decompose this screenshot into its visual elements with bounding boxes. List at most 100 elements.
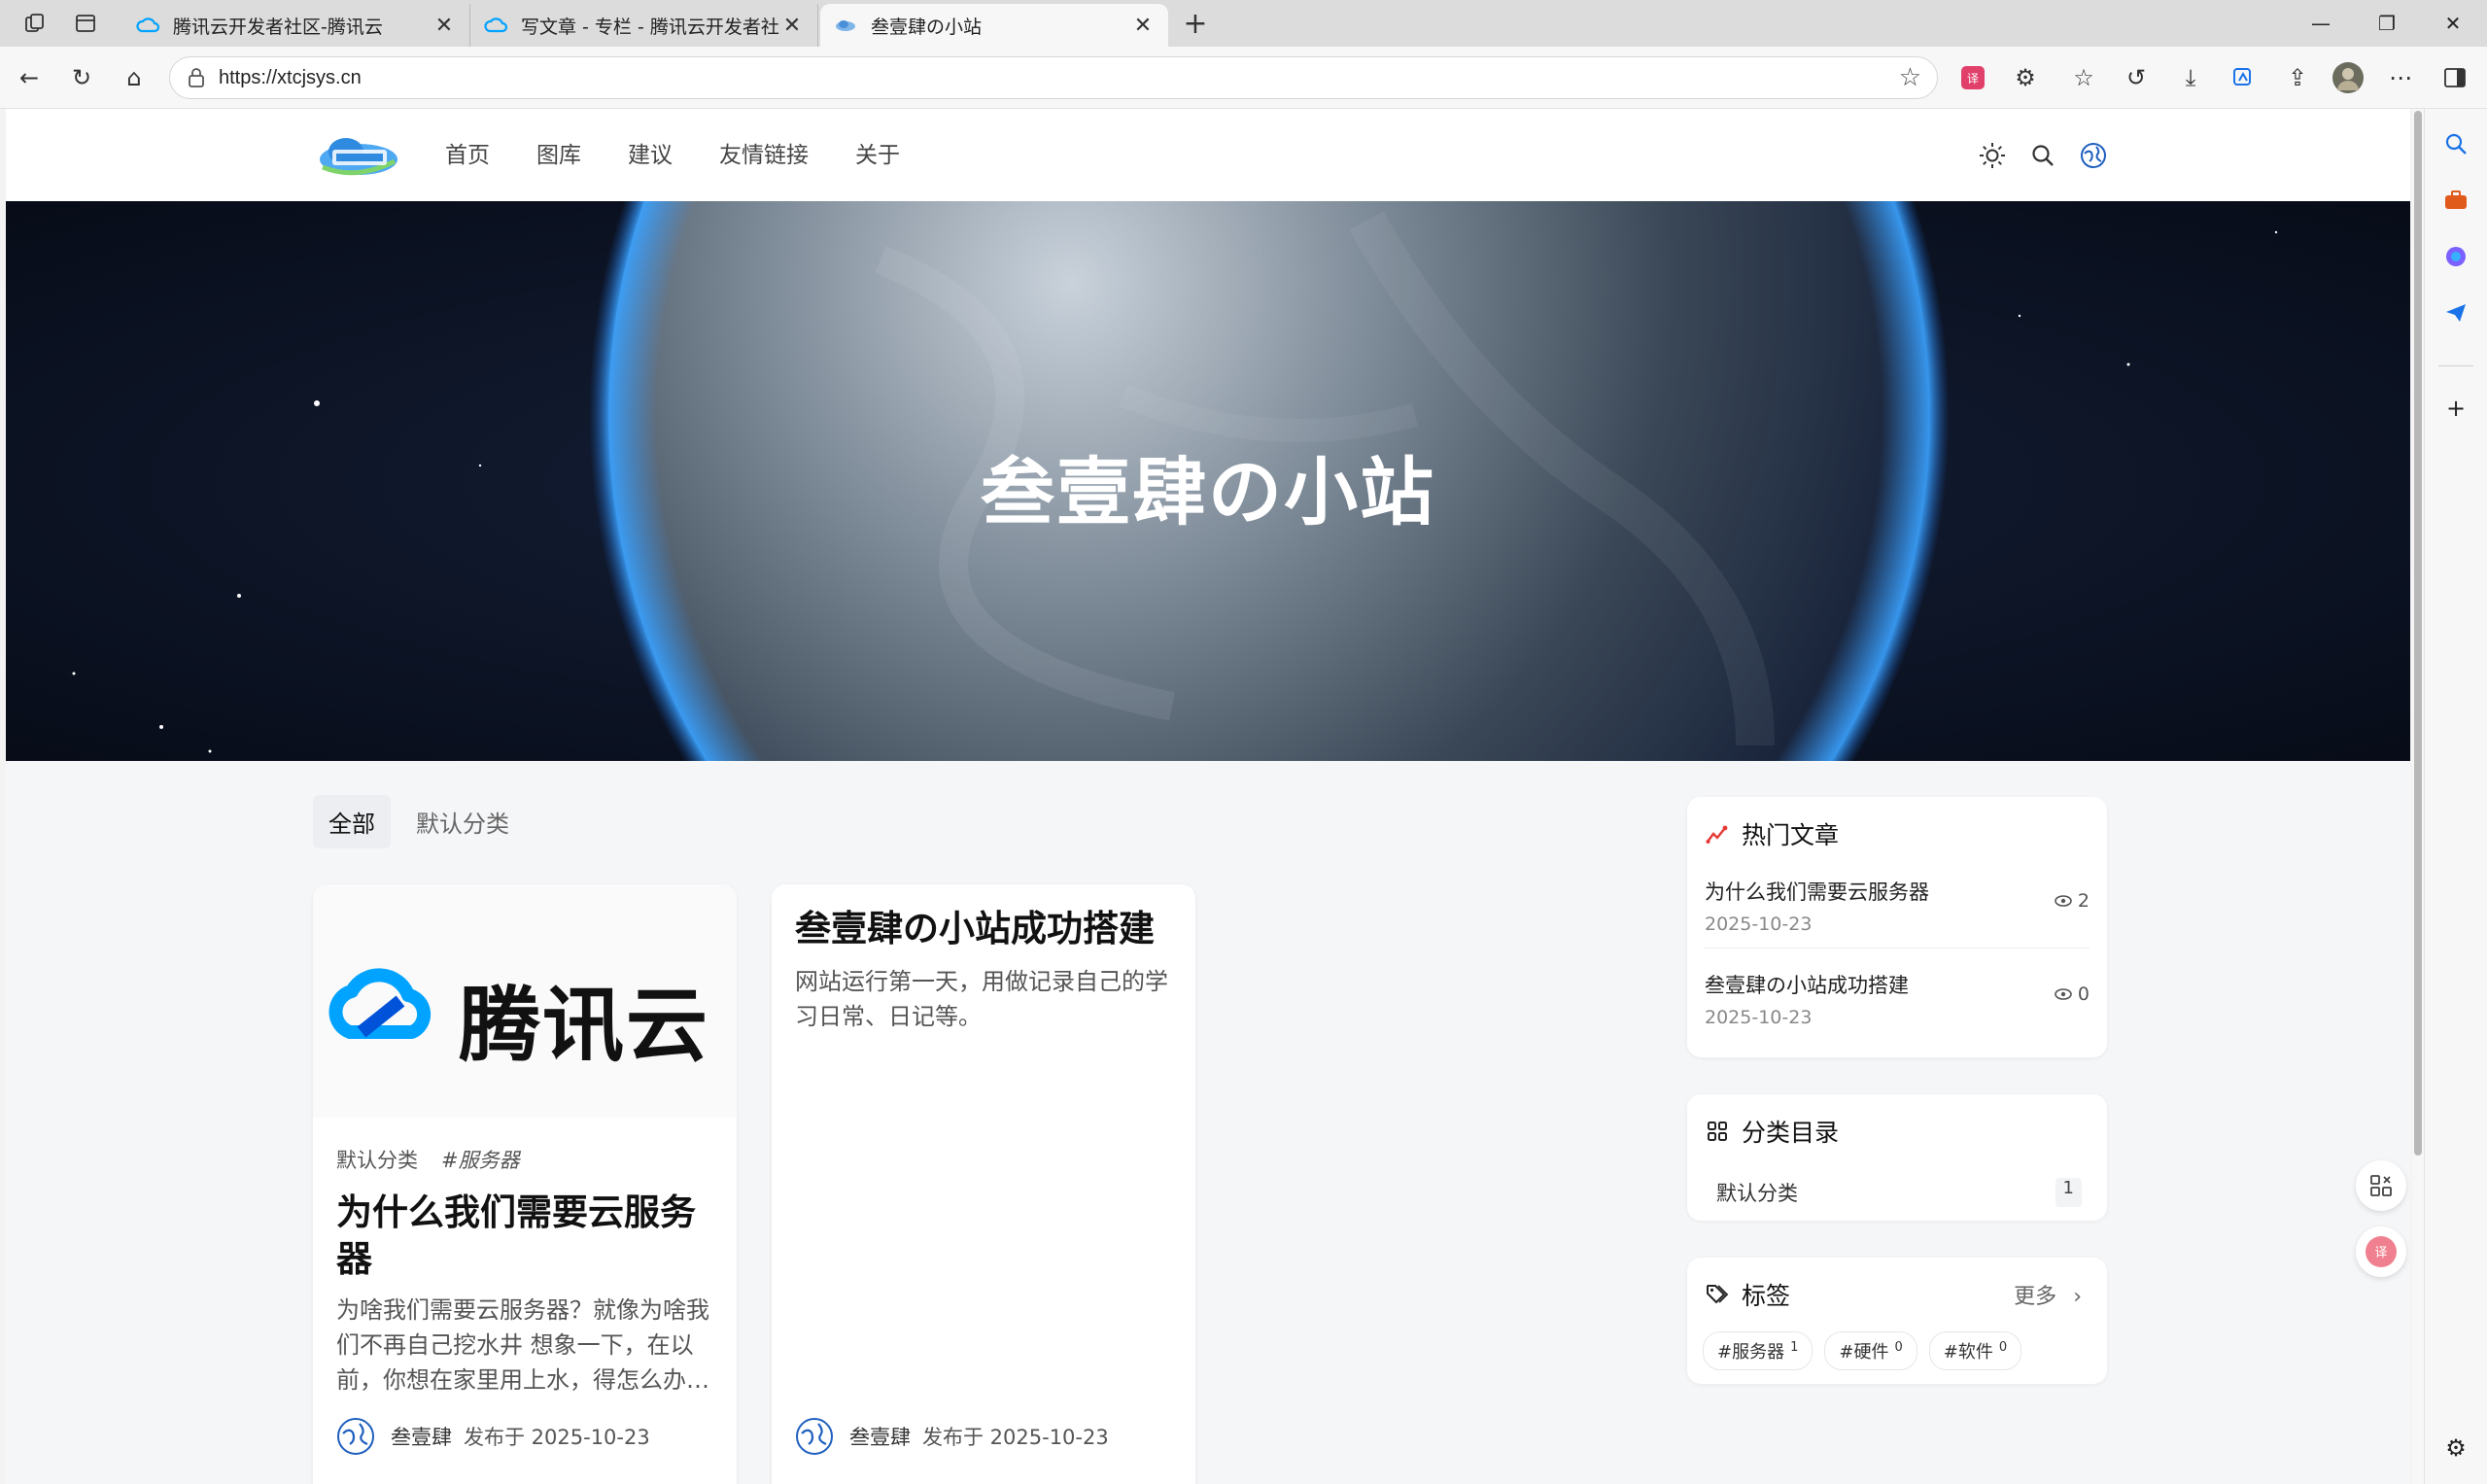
tag-chip[interactable]: #软件 0 bbox=[1928, 1331, 2022, 1370]
search-icon[interactable] bbox=[2025, 138, 2060, 173]
post-title[interactable]: 叁壹肆の小站成功搭建 bbox=[795, 906, 1174, 952]
downloads-icon[interactable]: ⤓ bbox=[2173, 60, 2208, 95]
svg-text:译: 译 bbox=[1967, 72, 1979, 86]
author-avatar[interactable] bbox=[795, 1417, 834, 1456]
post-author-row: 叁壹肆 发布于 2025-10-23 bbox=[336, 1417, 650, 1456]
address-bar[interactable]: https://xtcjsys.cn ☆ bbox=[169, 56, 1938, 99]
favorite-star-icon[interactable]: ☆ bbox=[1899, 63, 1921, 92]
more-menu-icon[interactable]: ⋯ bbox=[2383, 60, 2418, 95]
page-viewport: 首页 图库 建议 友情链接 关于 叁壹肆の小站 全部 默认分类 腾讯云 默认分类… bbox=[6, 109, 2410, 1484]
post-excerpt: 网站运行第一天，用做记录自己的学习日常、日记等。 bbox=[795, 968, 1168, 1030]
category-tab-all[interactable]: 全部 bbox=[313, 795, 391, 848]
qr-code-icon[interactable] bbox=[2356, 1160, 2406, 1211]
translate-extension-icon[interactable]: 译 bbox=[1955, 60, 1990, 95]
tab-title: 写文章 - 专栏 - 腾讯云开发者社区 bbox=[521, 16, 780, 38]
post-cover-image[interactable]: 腾讯云 bbox=[313, 884, 737, 1118]
site-logo[interactable] bbox=[317, 132, 400, 179]
history-icon[interactable]: ↺ bbox=[2119, 60, 2154, 95]
more-label: 更多 bbox=[2014, 1285, 2057, 1309]
nav-about[interactable]: 关于 bbox=[855, 138, 900, 173]
close-icon[interactable]: ✕ bbox=[432, 14, 456, 38]
post-tag[interactable]: #服务器 bbox=[441, 1145, 520, 1174]
extensions-icon[interactable]: ⚙ bbox=[2008, 60, 2043, 95]
close-icon[interactable]: ✕ bbox=[1131, 14, 1155, 38]
home-icon[interactable]: ⌂ bbox=[117, 60, 152, 95]
tab-title: 腾讯云开发者社区-腾讯云 bbox=[173, 16, 383, 38]
author-avatar[interactable] bbox=[336, 1417, 375, 1456]
scrollbar-thumb[interactable] bbox=[2414, 111, 2422, 1156]
tags-title: 标签 bbox=[1742, 1282, 1791, 1310]
send-icon[interactable] bbox=[2438, 295, 2473, 330]
author-name[interactable]: 叁壹肆 bbox=[391, 1422, 452, 1451]
category-tab-default[interactable]: 默认分类 bbox=[400, 795, 525, 848]
nav-gallery[interactable]: 图库 bbox=[536, 138, 581, 173]
window-close-button[interactable]: ✕ bbox=[2426, 8, 2480, 39]
tencent-cloud-logo-icon bbox=[328, 968, 432, 1039]
minimize-button[interactable]: — bbox=[2294, 8, 2348, 39]
url-text[interactable]: https://xtcjsys.cn bbox=[219, 67, 1899, 89]
profile-avatar[interactable] bbox=[2331, 60, 2366, 95]
hero-title: 叁壹肆の小站 bbox=[981, 449, 1435, 535]
hot-post-view-count: 2 bbox=[2077, 890, 2090, 912]
favorites-icon[interactable]: ☆ bbox=[2066, 60, 2101, 95]
post-card[interactable]: 腾讯云 默认分类 #服务器 为什么我们需要云服务器 为啥我们需要云服务器？就像为… bbox=[313, 884, 737, 1484]
collections-icon[interactable] bbox=[2226, 60, 2261, 95]
close-icon[interactable]: ✕ bbox=[780, 14, 804, 38]
tag-name: #服务器 bbox=[1717, 1342, 1785, 1363]
post-meta: 默认分类 #服务器 bbox=[336, 1145, 520, 1174]
chevron-right-icon: › bbox=[2073, 1285, 2082, 1309]
browser-tab-active[interactable]: 叁壹肆の小站 ✕ bbox=[820, 4, 1168, 47]
theme-toggle-sun-icon[interactable] bbox=[1975, 138, 2010, 173]
tags-more-link[interactable]: 更多 › bbox=[2014, 1279, 2082, 1310]
nav-suggestions[interactable]: 建议 bbox=[628, 138, 673, 173]
search-icon[interactable] bbox=[2438, 126, 2473, 161]
tools-icon[interactable] bbox=[2438, 183, 2473, 218]
settings-gear-icon[interactable]: ⚙ bbox=[2438, 1431, 2473, 1466]
category-name[interactable]: 默认分类 bbox=[1716, 1178, 1798, 1207]
nav-friend-links[interactable]: 友情链接 bbox=[719, 138, 809, 173]
grid-icon bbox=[1705, 1119, 1730, 1144]
main-nav: 首页 图库 建议 友情链接 关于 bbox=[445, 138, 900, 173]
workspaces-icon[interactable] bbox=[19, 8, 51, 39]
post-author-row: 叁壹肆 发布于 2025-10-23 bbox=[795, 1417, 1109, 1456]
tag-count: 1 bbox=[1790, 1340, 1799, 1355]
tag-chip[interactable]: #服务器 1 bbox=[1703, 1331, 1813, 1370]
tencent-cloud-icon bbox=[136, 17, 159, 33]
browser-sidebar: + ⚙ bbox=[2424, 109, 2487, 1484]
back-icon[interactable]: ← bbox=[12, 60, 47, 95]
category-item[interactable]: 默认分类 1 bbox=[1716, 1178, 2082, 1207]
post-title[interactable]: 为什么我们需要云服务器 bbox=[336, 1190, 715, 1283]
refresh-icon[interactable]: ↻ bbox=[64, 60, 99, 95]
user-avatar-icon[interactable] bbox=[2076, 138, 2111, 173]
hot-post-item[interactable]: 叁壹肆の小站成功搭建 2025-10-23 0 bbox=[1705, 970, 2090, 1028]
hot-posts-heading: 热门文章 bbox=[1705, 816, 1839, 851]
nav-home[interactable]: 首页 bbox=[445, 138, 490, 173]
page-scrollbar[interactable] bbox=[2412, 109, 2424, 1484]
tag-icon bbox=[1705, 1282, 1730, 1307]
hot-post-item[interactable]: 为什么我们需要云服务器 2025-10-23 2 bbox=[1705, 877, 2090, 935]
hot-post-views: 2 bbox=[2055, 890, 2090, 912]
hot-post-title[interactable]: 叁壹肆の小站成功搭建 bbox=[1705, 970, 2090, 999]
tags-heading: 标签 bbox=[1705, 1277, 1790, 1312]
site-favicon-icon bbox=[836, 20, 855, 31]
tag-chip[interactable]: #硬件 0 bbox=[1824, 1331, 1917, 1370]
translate-float-icon[interactable]: 译 bbox=[2356, 1226, 2406, 1277]
hot-post-title[interactable]: 为什么我们需要云服务器 bbox=[1705, 877, 2090, 906]
share-icon[interactable]: ⇪ bbox=[2280, 60, 2315, 95]
new-tab-button[interactable]: + bbox=[1178, 6, 1213, 41]
category-tabs: 全部 默认分类 bbox=[313, 795, 525, 848]
sidebar-toggle-icon[interactable] bbox=[2437, 60, 2472, 95]
category-count: 1 bbox=[2055, 1178, 2082, 1207]
category-heading: 分类目录 bbox=[1705, 1114, 1839, 1149]
post-card[interactable]: 叁壹肆の小站成功搭建 网站运行第一天，用做记录自己的学习日常、日记等。 叁壹肆 … bbox=[772, 884, 1195, 1484]
hero-banner: 叁壹肆の小站 bbox=[6, 201, 2410, 761]
browser-tab[interactable]: 腾讯云开发者社区-腾讯云 ✕ bbox=[122, 4, 470, 47]
copilot-icon[interactable] bbox=[2438, 239, 2473, 274]
browser-tab[interactable]: 写文章 - 专栏 - 腾讯云开发者社区 ✕ bbox=[470, 4, 818, 47]
post-category[interactable]: 默认分类 bbox=[336, 1145, 418, 1174]
tab-actions-icon[interactable] bbox=[70, 8, 101, 39]
author-name[interactable]: 叁壹肆 bbox=[849, 1422, 911, 1451]
restore-button[interactable]: ❐ bbox=[2360, 8, 2414, 39]
lock-icon[interactable] bbox=[186, 67, 207, 88]
add-sidebar-item-icon[interactable]: + bbox=[2438, 391, 2473, 426]
